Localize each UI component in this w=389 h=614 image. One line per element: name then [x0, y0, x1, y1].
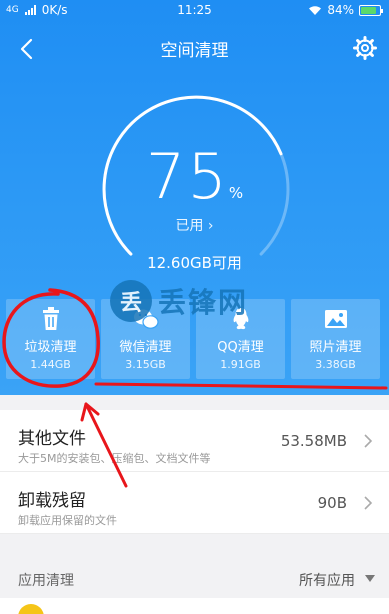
header-panel: 4G 0K/s 11:25 84% 空间清理 75% 已用 › 12.60GB可… — [0, 0, 389, 395]
site-watermark: 丢 丢锋网 — [110, 280, 248, 322]
app-filter-dropdown[interactable]: 所有应用 — [299, 570, 355, 590]
tile-junk-clean[interactable]: 垃圾清理 1.44GB — [6, 299, 95, 379]
tile-photo-clean[interactable]: 照片清理 3.38GB — [291, 299, 380, 379]
nav-bar: 空间清理 — [0, 30, 389, 66]
available-space: 12.60GB可用 — [147, 254, 242, 272]
dropdown-arrow-icon[interactable] — [365, 575, 375, 582]
status-bar: 4G 0K/s 11:25 84% — [0, 0, 389, 22]
battery-fill — [361, 6, 376, 14]
list-item-other-files[interactable]: 其他文件 大于5M的安装包、压缩包、文档文件等 53.58MB — [0, 410, 389, 472]
row-description: 大于5M的安装包、压缩包、文档文件等 — [18, 452, 211, 465]
chevron-right-icon — [364, 496, 373, 510]
photo-icon — [324, 310, 347, 328]
status-right: 84% — [308, 3, 383, 17]
trash-icon — [42, 307, 59, 330]
row-size: 90B — [317, 494, 347, 512]
list-item-uninstall-residue[interactable]: 卸载残留 卸载应用保留的文件 90B — [0, 472, 389, 534]
percent-value: 75 — [145, 140, 229, 213]
app-icon — [18, 604, 44, 614]
wifi-icon — [309, 5, 322, 15]
tile-label: 微信清理 — [119, 340, 172, 355]
tile-label: QQ清理 — [217, 340, 264, 355]
tile-size: 3.38GB — [315, 358, 356, 371]
app-list-item[interactable] — [0, 598, 389, 614]
section-title: 应用清理 — [18, 573, 74, 589]
usage-percent: 75% — [0, 140, 389, 213]
tile-label: 照片清理 — [309, 340, 362, 355]
page-title: 空间清理 — [160, 41, 229, 61]
tile-size: 1.91GB — [220, 358, 261, 371]
app-clean-section-header: 应用清理 所有应用 — [0, 560, 389, 598]
tile-label: 垃圾清理 — [24, 340, 77, 355]
tile-size: 1.44GB — [30, 358, 71, 371]
row-size: 53.58MB — [280, 432, 347, 450]
percent-sign: % — [228, 184, 244, 202]
tile-size: 3.15GB — [125, 358, 166, 371]
row-title: 卸载残留 — [18, 491, 86, 511]
row-title: 其他文件 — [18, 429, 86, 449]
gear-icon[interactable] — [351, 34, 379, 62]
battery-icon — [359, 4, 383, 16]
used-details-link[interactable]: 已用 › — [0, 215, 389, 235]
watermark-text: 丢锋网 — [158, 286, 249, 319]
row-description: 卸载应用保留的文件 — [18, 514, 117, 527]
file-list: 其他文件 大于5M的安装包、压缩包、文档文件等 53.58MB 卸载残留 卸载应… — [0, 410, 389, 534]
battery-percent: 84% — [327, 3, 354, 17]
chevron-right-icon — [364, 434, 373, 448]
watermark-logo: 丢 — [110, 280, 152, 322]
